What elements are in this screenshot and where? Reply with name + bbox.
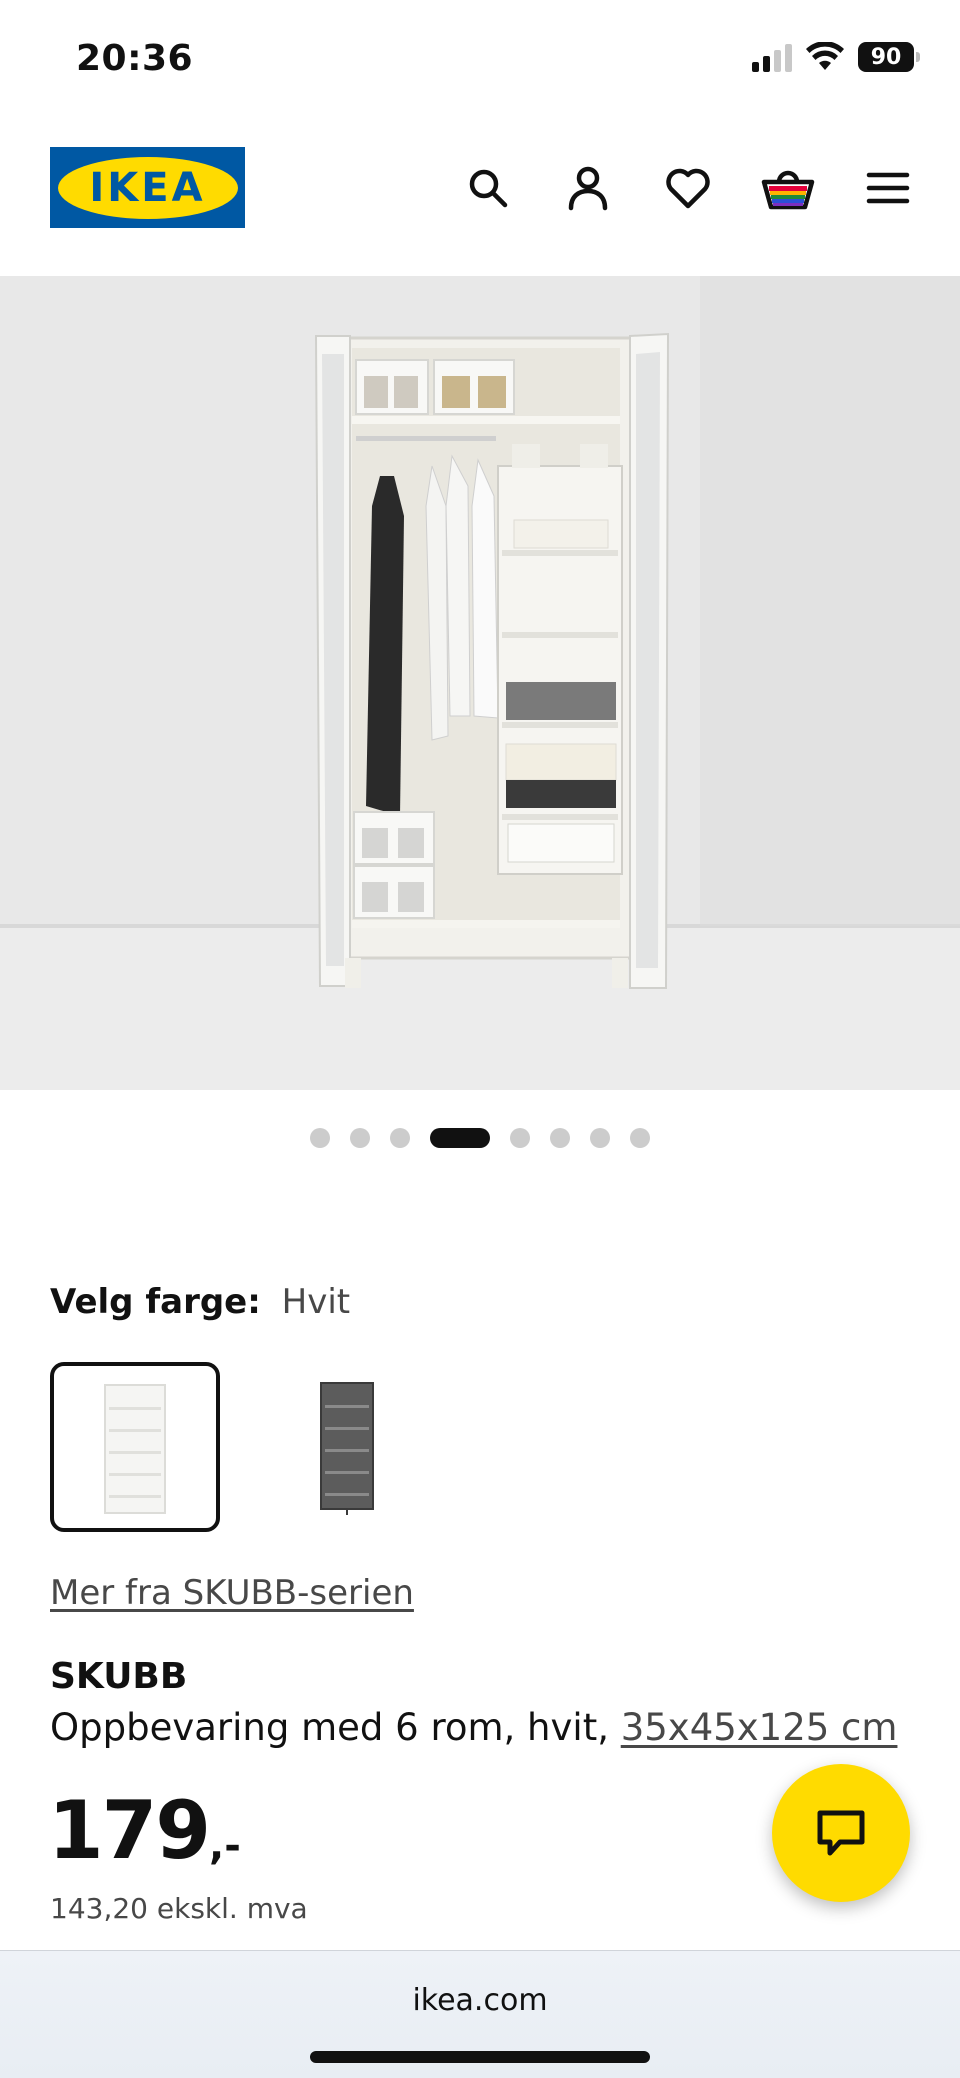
product-image[interactable]	[0, 276, 960, 1090]
product-description: Oppbevaring med 6 rom, hvit, 35x45x125 c…	[50, 1706, 897, 1749]
white-organiser-thumbnail	[104, 1384, 166, 1514]
grey-organiser-thumbnail	[320, 1382, 374, 1515]
carousel-dots	[0, 1128, 960, 1148]
ikea-logo[interactable]: IKEA	[50, 147, 245, 228]
account-icon[interactable]	[556, 156, 620, 220]
carousel-dot[interactable]	[630, 1128, 650, 1148]
color-selector-heading: Velg farge: Hvit	[50, 1282, 350, 1322]
status-bar: 20:36 90	[0, 0, 960, 120]
home-indicator[interactable]	[310, 2051, 650, 2063]
product-size-link[interactable]: 35x45x125 cm	[621, 1706, 898, 1749]
price-ex-vat: 143,20 ekskl. mva	[50, 1892, 308, 1925]
carousel-dot[interactable]	[550, 1128, 570, 1148]
product-price: 179 ,-	[48, 1786, 241, 1876]
price-integer: 179	[48, 1784, 211, 1877]
carousel-dot[interactable]	[510, 1128, 530, 1148]
price-suffix: ,-	[209, 1823, 241, 1869]
chat-button[interactable]	[772, 1764, 910, 1902]
battery-icon: 90	[858, 42, 920, 72]
search-icon[interactable]	[456, 156, 520, 220]
product-description-text: Oppbevaring med 6 rom, hvit,	[50, 1706, 621, 1749]
color-swatches	[50, 1362, 426, 1532]
site-header: IKEA	[0, 130, 960, 246]
url-text[interactable]: ikea.com	[0, 1983, 960, 2018]
swatch-white[interactable]	[50, 1362, 220, 1532]
menu-icon[interactable]	[856, 156, 920, 220]
wardrobe-photo	[0, 276, 960, 1090]
heart-icon[interactable]	[656, 156, 720, 220]
basket-icon[interactable]	[756, 156, 820, 220]
logo-oval: IKEA	[57, 156, 238, 219]
carousel-dot-active[interactable]	[430, 1128, 490, 1148]
status-time: 20:36	[76, 38, 194, 79]
swatch-dark-grey[interactable]	[256, 1362, 426, 1532]
carousel-dot[interactable]	[310, 1128, 330, 1148]
carousel-dot[interactable]	[390, 1128, 410, 1148]
carousel-dot[interactable]	[590, 1128, 610, 1148]
header-icons	[456, 156, 920, 220]
product-name: SKUBB	[50, 1656, 188, 1697]
logo-text: IKEA	[89, 164, 206, 211]
carousel-dot[interactable]	[350, 1128, 370, 1148]
series-link[interactable]: Mer fra SKUBB-serien	[50, 1573, 414, 1613]
status-indicators: 90	[752, 42, 920, 72]
browser-address-bar: ikea.com	[0, 1950, 960, 2078]
wifi-icon	[806, 42, 844, 70]
color-label: Velg farge:	[50, 1282, 261, 1322]
signal-icon	[752, 42, 792, 72]
chat-icon	[817, 1810, 865, 1856]
color-value: Hvit	[281, 1282, 351, 1322]
